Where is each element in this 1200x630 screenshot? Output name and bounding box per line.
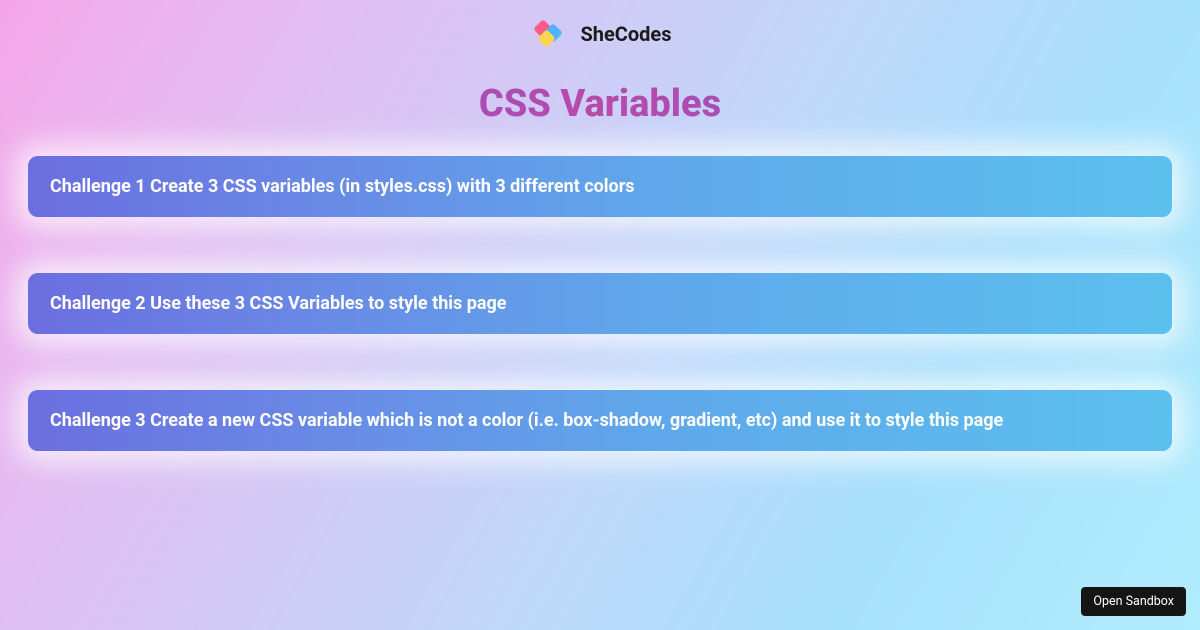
challenge-list: Challenge 1 Create 3 CSS variables (in s… — [0, 126, 1200, 451]
challenge-item: Challenge 2 Use these 3 CSS Variables to… — [28, 273, 1172, 334]
open-sandbox-button[interactable]: Open Sandbox — [1081, 587, 1186, 616]
brand-header: SheCodes — [0, 0, 1200, 50]
shecodes-logo-icon — [528, 18, 570, 50]
page-title: CSS Variables — [0, 82, 1200, 126]
brand-name: SheCodes — [580, 22, 671, 46]
challenge-item: Challenge 1 Create 3 CSS variables (in s… — [28, 156, 1172, 217]
challenge-item: Challenge 3 Create a new CSS variable wh… — [28, 390, 1172, 451]
